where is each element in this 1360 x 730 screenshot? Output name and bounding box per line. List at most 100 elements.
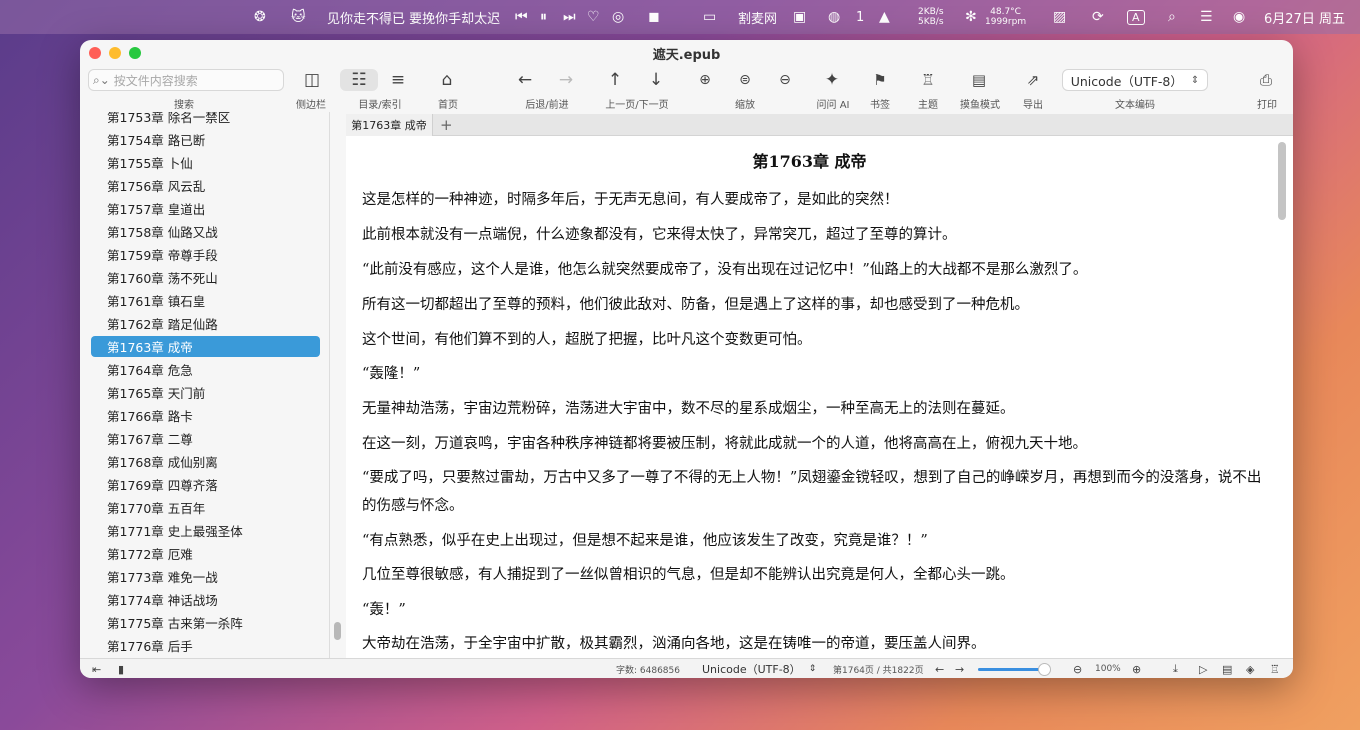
home-button[interactable]: ⌂	[434, 69, 460, 91]
tab-current-chapter[interactable]: 第1763章 成帝	[346, 114, 433, 136]
bookmark-button[interactable]: ⚑	[867, 69, 893, 91]
search-field[interactable]: ⌕⌄ 按文件内容搜索	[88, 69, 284, 91]
chapter-item[interactable]: 第1762章 踏足仙路	[91, 313, 320, 334]
previous-track-icon[interactable]: ⏮	[515, 0, 528, 34]
sensor-readout[interactable]: 48.7°C 1999rpm	[985, 0, 1026, 34]
cat-face-icon[interactable]: ▲	[879, 0, 890, 34]
wechat-icon[interactable]: ◍	[828, 0, 840, 34]
chapter-item[interactable]: 第1756章 风云乱	[91, 175, 320, 196]
date-text[interactable]: 6月27日 周五	[1264, 0, 1345, 34]
forward-button[interactable]: →	[553, 69, 579, 91]
previous-page-button[interactable]: ↑	[602, 69, 628, 91]
chapter-item[interactable]: 第1763章 成帝	[91, 336, 320, 357]
heart-icon[interactable]: ♡	[587, 0, 600, 34]
chapter-item[interactable]: 第1759章 帝尊手段	[91, 244, 320, 265]
print-label: 打印	[1257, 100, 1277, 111]
next-page-button[interactable]: ↓	[643, 69, 669, 91]
export-button[interactable]: ⇗	[1020, 69, 1046, 91]
chapter-item[interactable]: 第1757章 皇道出	[91, 198, 320, 219]
status-zoom-in-icon[interactable]: ⊕	[1132, 659, 1141, 678]
paragraph: 这是怎样的一种神迹，时隔多年后，于无声无息间，有人要成帝了，是如此的突然！	[362, 192, 899, 208]
search-icon[interactable]: ⌕	[1168, 0, 1176, 34]
fish-mode-button[interactable]: ▤	[966, 69, 992, 91]
shirt-icon[interactable]: ♖	[1270, 659, 1280, 678]
next-track-icon[interactable]: ⏭	[563, 0, 576, 34]
book-icon[interactable]: ▮	[118, 659, 124, 678]
chapter-item[interactable]: 第1758章 仙路又战	[91, 221, 320, 242]
back-button[interactable]: ←	[512, 69, 538, 91]
ask-ai-button[interactable]: ✦	[819, 69, 845, 91]
zoom-out-button[interactable]: ⊖	[772, 69, 798, 91]
input-method-label: A	[1127, 9, 1145, 25]
zoom-slider[interactable]	[978, 663, 1051, 676]
content-scrollbar[interactable]	[1278, 142, 1286, 220]
chapter-item[interactable]: 第1764章 危急	[91, 359, 320, 380]
arrow-up-icon: ↑	[607, 70, 623, 90]
sync-icon[interactable]: ⟳	[1092, 0, 1104, 34]
status-zoom-out-icon[interactable]: ⊖	[1073, 659, 1082, 678]
chapter-item[interactable]: 第1768章 成仙别离	[91, 451, 320, 472]
zoom-reset-button[interactable]: ⊜	[732, 69, 758, 91]
now-playing-text[interactable]: 见你走不得已 要挽你手却太迟	[327, 0, 500, 34]
netease-icon[interactable]: ◎	[612, 0, 624, 34]
reading-pane[interactable]: 第1763章 成帝 这是怎样的一种神迹，时隔多年后，于无声无息间，有人要成帝了，…	[346, 136, 1293, 658]
add-tab-button[interactable]: +	[440, 114, 453, 136]
status-encoding-select[interactable]: Unicode（UTF-8） ⇕	[702, 659, 816, 678]
paint-icon[interactable]: ◈	[1246, 659, 1254, 678]
app-name-text[interactable]: 割麦网	[738, 0, 777, 34]
fan-icon[interactable]: ✻	[965, 0, 977, 34]
zoom-reset-icon: ⊜	[739, 72, 751, 88]
control-center-icon[interactable]: ☰	[1200, 0, 1213, 34]
siri-icon[interactable]: ◉	[1233, 0, 1245, 34]
notes-icon[interactable]: ▤	[1222, 659, 1232, 678]
d-app-icon[interactable]: ◼	[648, 0, 660, 34]
reader-window: 遮天.epub ⌕⌄ 按文件内容搜索 搜索 ◫ 侧边栏 ☷ ≡ 目录/索引 ⌂ …	[80, 40, 1293, 678]
connect-icon[interactable]: ❂	[254, 0, 266, 34]
theme-button[interactable]: ♖	[915, 69, 941, 91]
monitor-icon[interactable]: ▣	[793, 0, 806, 34]
chapter-item[interactable]: 第1775章 古来第一杀阵	[91, 612, 320, 633]
toolbar: ⌕⌄ 按文件内容搜索 搜索 ◫ 侧边栏 ☷ ≡ 目录/索引 ⌂ 首页 ← → 后…	[80, 66, 1293, 112]
sidebar-toggle-button[interactable]: ◫	[299, 69, 325, 91]
chapter-item[interactable]: 第1774章 神话战场	[91, 589, 320, 610]
download-icon[interactable]: ⤓	[1173, 659, 1178, 678]
chapter-item[interactable]: 第1761章 镇石皇	[91, 290, 320, 311]
zoom-in-button[interactable]: ⊕	[692, 69, 718, 91]
photo-icon[interactable]: ▨	[1053, 0, 1066, 34]
cat-icon[interactable]: 🐱	[291, 0, 306, 34]
play-icon[interactable]: ▷	[1199, 659, 1207, 678]
input-method[interactable]: A	[1127, 0, 1145, 34]
index-button[interactable]: ≡	[385, 69, 411, 91]
outdent-icon[interactable]: ⇤	[92, 659, 101, 678]
chapter-item[interactable]: 第1760章 荡不死山	[91, 267, 320, 288]
toc-button[interactable]: ☷	[340, 69, 378, 91]
chapter-item[interactable]: 第1765章 天门前	[91, 382, 320, 403]
zoom-out-icon: ⊖	[779, 72, 791, 88]
sidebar-scrollbar[interactable]	[334, 622, 341, 640]
encoding-select[interactable]: Unicode（UTF-8） ⇕	[1062, 69, 1208, 91]
status-back-icon[interactable]: ←	[935, 659, 944, 678]
chapter-item[interactable]: 第1767章 二尊	[91, 428, 320, 449]
chapter-sidebar[interactable]: 第1753章 除名一禁区第1754章 路已断 第1755章 卜仙 第1756章 风云…	[80, 112, 330, 658]
chapter-item[interactable]: 第1773章 难免一战	[91, 566, 320, 587]
chapter-item[interactable]: 第1771章 史上最强圣体	[91, 520, 320, 541]
status-forward-icon[interactable]: →	[955, 659, 964, 678]
print-button[interactable]: ⎙	[1253, 69, 1279, 91]
chevron-up-down-icon: ⇕	[1190, 74, 1200, 86]
chapter-item[interactable]: 第1776章 后手	[91, 635, 320, 656]
chapter-item[interactable]: 第1754章 路已断	[91, 129, 320, 150]
chapter-item[interactable]: 第1769章 四尊齐落	[91, 474, 320, 495]
fish-mode-label: 摸鱼模式	[960, 100, 1000, 111]
window-icon: ▤	[971, 71, 987, 89]
network-speed[interactable]: 2KB/s 5KB/s	[918, 0, 944, 34]
chapter-item[interactable]: 第1770章 五百年	[91, 497, 320, 518]
chapter-item[interactable]: 第1766章 路卡	[91, 405, 320, 426]
zoom-slider-knob[interactable]	[1037, 663, 1051, 676]
pause-icon[interactable]: ⏸	[540, 0, 547, 34]
zoom-percent: 100%	[1095, 664, 1121, 674]
sidebar-icon: ◫	[303, 70, 321, 90]
chapter-item[interactable]: 第1755章 卜仙	[91, 152, 320, 173]
chapter-item[interactable]: 第1772章 厄难	[91, 543, 320, 564]
presentation-icon[interactable]: ▭	[703, 0, 716, 34]
chapter-item[interactable]: 第1753章 除名一禁区	[91, 112, 320, 127]
